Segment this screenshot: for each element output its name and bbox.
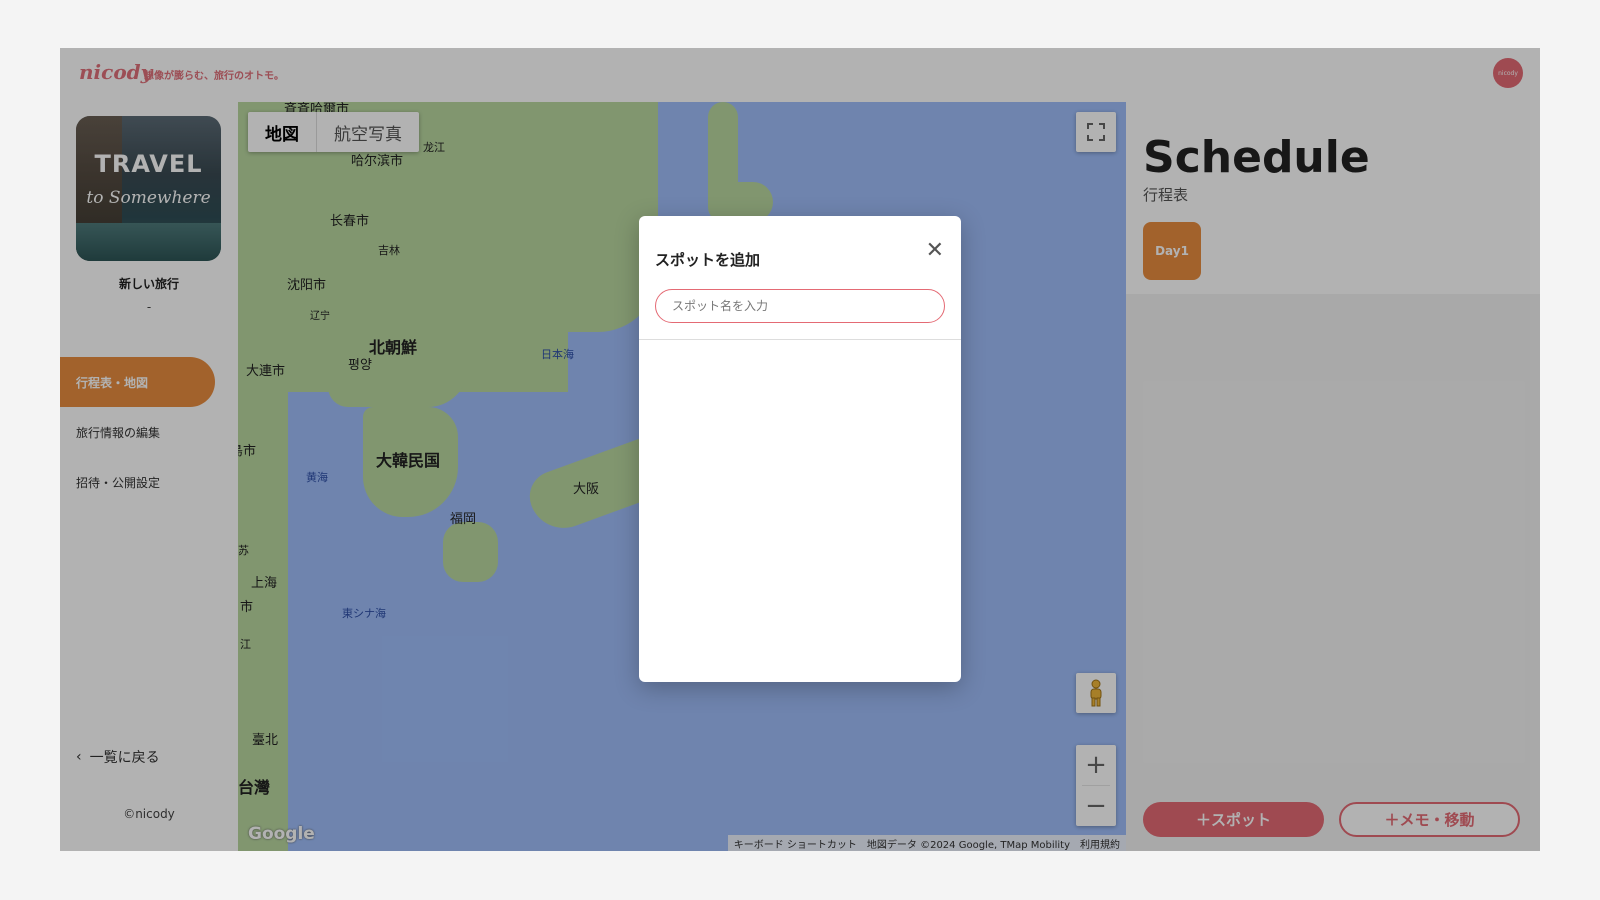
close-icon[interactable]: ✕: [926, 238, 944, 263]
modal-title: スポットを追加: [655, 251, 761, 269]
app-window: nicody 想像が膨らむ、旅行のオトモ。 nicody TRAVEL to S…: [60, 48, 1540, 851]
modal-divider: [639, 339, 961, 340]
spot-search-input[interactable]: [655, 289, 945, 323]
add-spot-modal: スポットを追加 ✕: [639, 216, 961, 682]
